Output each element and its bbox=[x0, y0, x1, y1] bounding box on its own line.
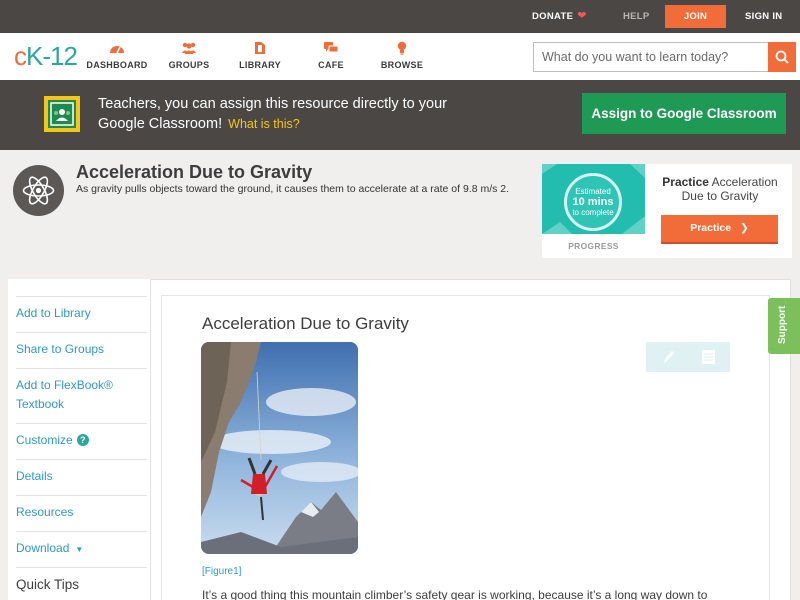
notes-icon bbox=[702, 350, 715, 364]
sign-in-link[interactable]: SIGN IN bbox=[745, 0, 782, 33]
add-to-library-link[interactable]: Add to Library bbox=[16, 296, 147, 323]
nav-browse[interactable]: BROWSE bbox=[367, 41, 437, 70]
search-button[interactable] bbox=[768, 42, 796, 72]
nav-dashboard[interactable]: DASHBOARD bbox=[82, 41, 152, 70]
resources-link[interactable]: Resources bbox=[16, 495, 147, 522]
search-box bbox=[533, 42, 796, 72]
progress-circle: Estimated 10 mins to complete bbox=[564, 173, 622, 231]
caret-down-icon: ▼ bbox=[75, 545, 84, 554]
heart-icon: ❤ bbox=[577, 10, 587, 22]
article-paragraph: It’s a good thing this mountain climber’… bbox=[202, 588, 708, 600]
help-link[interactable]: HELP bbox=[623, 0, 650, 33]
concept-description: As gravity pulls objects toward the grou… bbox=[76, 183, 510, 195]
article-tools bbox=[646, 342, 730, 372]
notes-button[interactable] bbox=[688, 342, 730, 372]
ck12-logo[interactable]: cK-12 bbox=[14, 42, 78, 70]
practice-card: Estimated 10 mins to complete PROGRESS P… bbox=[542, 164, 792, 258]
download-link[interactable]: Download ▼ bbox=[16, 531, 147, 559]
article-title: Acceleration Due to Gravity bbox=[202, 314, 409, 333]
climber-image bbox=[201, 342, 358, 554]
chevron-right-icon: ❯ bbox=[739, 222, 749, 234]
page: DONATE ❤ HELP JOIN SIGN IN cK-12 DASHBOAR… bbox=[0, 0, 800, 600]
nav-groups[interactable]: GROUPS bbox=[154, 41, 224, 70]
pencil-icon bbox=[664, 351, 674, 363]
atom-icon bbox=[13, 165, 64, 216]
search-input[interactable] bbox=[534, 43, 768, 71]
library-icon bbox=[255, 42, 265, 54]
join-button[interactable]: JOIN bbox=[665, 5, 726, 28]
nav-library[interactable]: LIBRARY bbox=[225, 41, 295, 70]
practice-button[interactable]: Practice ❯ bbox=[661, 215, 778, 244]
share-to-groups-link[interactable]: Share to Groups bbox=[16, 332, 147, 359]
figure-caption-link[interactable]: [Figure1] bbox=[202, 566, 241, 577]
practice-progress-art: Estimated 10 mins to complete bbox=[542, 164, 645, 234]
utility-bar: DONATE ❤ HELP JOIN SIGN IN bbox=[0, 0, 800, 33]
sidebar: Add to Library Share to Groups Add to Fl… bbox=[8, 279, 151, 600]
groups-icon bbox=[182, 42, 196, 54]
support-tab[interactable]: Support bbox=[768, 298, 800, 354]
nav-cafe[interactable]: CAFE bbox=[296, 41, 366, 70]
add-to-flexbook-link[interactable]: Add to FlexBook® Textbook bbox=[16, 368, 147, 414]
customize-link[interactable]: Customize? bbox=[16, 423, 147, 450]
donate-label: DONATE bbox=[532, 11, 574, 22]
main-nav: cK-12 DASHBOARD GROUPS LIBRARY CAFE BROW… bbox=[0, 33, 800, 80]
what-is-this-link[interactable]: What is this? bbox=[228, 117, 300, 131]
details-link[interactable]: Details bbox=[16, 459, 147, 486]
climber-figure bbox=[201, 342, 358, 554]
help-icon[interactable]: ? bbox=[76, 434, 89, 446]
annotate-button[interactable] bbox=[646, 342, 688, 372]
browse-icon bbox=[397, 41, 407, 55]
progress-label: PROGRESS bbox=[568, 241, 619, 251]
search-icon bbox=[775, 50, 789, 64]
donate-link[interactable]: DONATE ❤ bbox=[532, 0, 587, 33]
practice-title: Practice Acceleration Due to Gravity bbox=[662, 175, 778, 203]
dashboard-icon bbox=[110, 46, 124, 54]
concept-title: Acceleration Due to Gravity bbox=[76, 162, 313, 182]
assign-google-classroom-button[interactable]: Assign to Google Classroom bbox=[582, 93, 786, 134]
google-classroom-icon bbox=[44, 96, 80, 132]
cafe-icon bbox=[324, 42, 339, 53]
banner-message: Teachers, you can assign this resource d… bbox=[98, 96, 447, 132]
quick-tips-heading: Quick Tips bbox=[16, 567, 147, 594]
